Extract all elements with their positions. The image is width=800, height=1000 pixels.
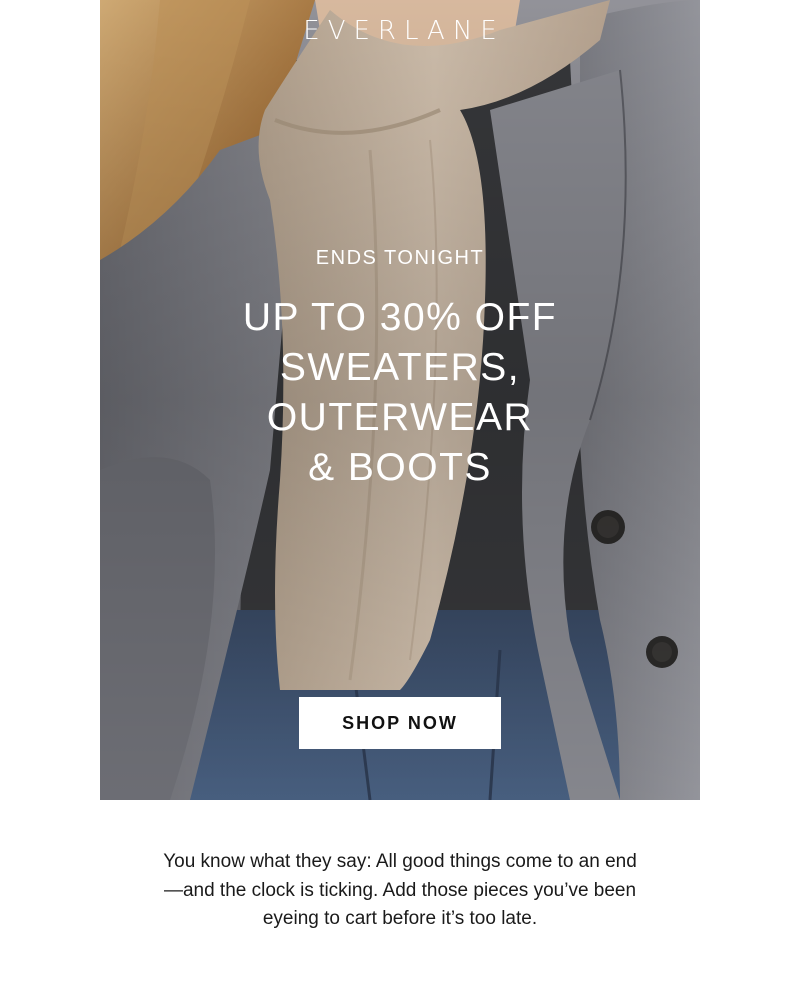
hero-banner[interactable]: EVERLANE ENDS TONIGHT UP TO 30% OFF SWEA… bbox=[100, 0, 700, 800]
headline-line: SWEATERS, bbox=[279, 346, 521, 389]
everlane-logo[interactable]: EVERLANE bbox=[100, 16, 700, 46]
body-copy-line: —and the clock is ticking. Add those pie… bbox=[163, 879, 637, 901]
promo-eyebrow: ENDS TONIGHT bbox=[315, 247, 485, 269]
shop-now-button[interactable]: SHOP NOW bbox=[299, 697, 501, 749]
email-page: EVERLANE ENDS TONIGHT UP TO 30% OFF SWEA… bbox=[0, 0, 800, 1000]
headline-line: OUTERWEAR bbox=[266, 396, 534, 439]
headline-line: & BOOTS bbox=[308, 446, 492, 489]
headline-line: UP TO 30% OFF bbox=[242, 296, 558, 339]
body-copy: You know what they say: All good things … bbox=[140, 848, 660, 934]
promo-headline: UP TO 30% OFF SWEATERS, OUTERWEAR & BOOT… bbox=[100, 293, 700, 493]
body-copy-line: You know what they say: All good things … bbox=[163, 851, 637, 872]
body-copy-line: eyeing to cart before it’s too late. bbox=[262, 908, 538, 929]
